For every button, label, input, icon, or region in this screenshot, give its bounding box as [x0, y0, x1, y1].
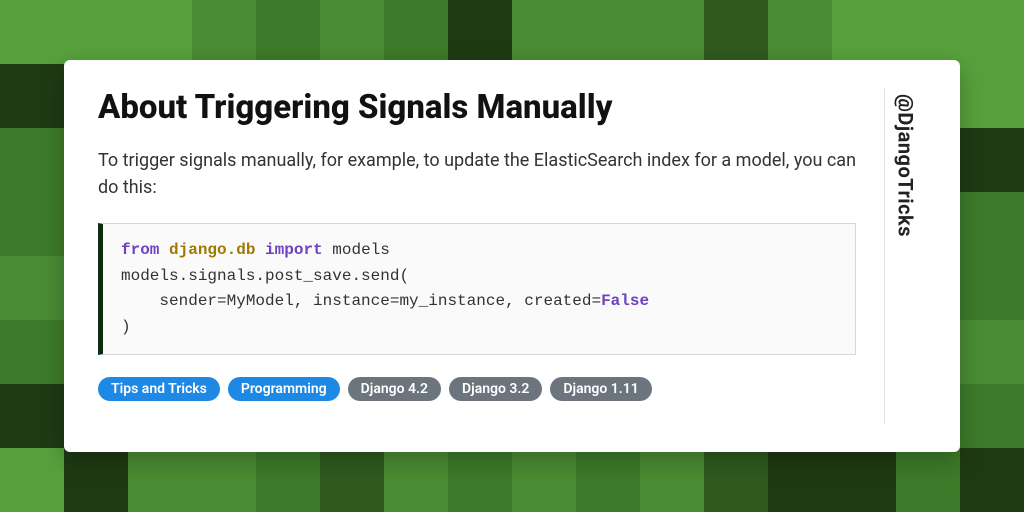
tag-row: Tips and Tricks Programming Django 4.2 Djan…	[98, 377, 856, 401]
import-target: models	[332, 241, 390, 259]
code-line-3: sender=MyModel, instance=my_instance, cr…	[121, 292, 601, 310]
code-block: from django.db import models models.sign…	[98, 223, 856, 355]
bool-false: False	[601, 292, 649, 310]
keyword-import: import	[265, 241, 323, 259]
content-card: About Triggering Signals Manually To tri…	[64, 60, 960, 452]
sidebar: @DjangoTricks	[884, 88, 926, 424]
code-line-2: models.signals.post_save.send(	[121, 267, 409, 285]
tag[interactable]: Django 3.2	[449, 377, 542, 401]
tag[interactable]: Django 1.11	[550, 377, 651, 401]
author-handle: @DjangoTricks	[894, 94, 918, 237]
module-name: django.db	[169, 241, 255, 259]
page-title: About Triggering Signals Manually	[98, 88, 856, 127]
description-text: To trigger signals manually, for example…	[98, 147, 856, 201]
main-column: About Triggering Signals Manually To tri…	[98, 88, 884, 424]
tag[interactable]: Tips and Tricks	[98, 377, 220, 401]
code-line-4: )	[121, 318, 131, 336]
keyword-from: from	[121, 241, 159, 259]
tag[interactable]: Programming	[228, 377, 340, 401]
tag[interactable]: Django 4.2	[348, 377, 441, 401]
